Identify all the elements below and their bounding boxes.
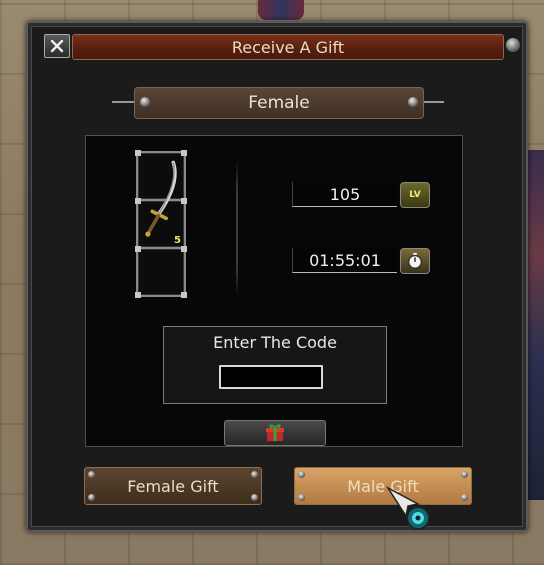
reward-panel: 5 105 LV 01:55:01 Enter The Code	[85, 135, 463, 447]
panel-divider	[236, 161, 238, 296]
male-gift-button[interactable]: Male Gift	[294, 467, 472, 505]
code-input[interactable]	[219, 365, 323, 389]
gender-selector[interactable]: Female	[134, 87, 424, 119]
timer-field: 01:55:01	[292, 248, 397, 273]
code-label: Enter The Code	[213, 333, 337, 352]
female-gift-label: Female Gift	[127, 476, 219, 496]
stopwatch-glyph	[408, 252, 422, 269]
female-gift-button[interactable]: Female Gift	[84, 467, 262, 505]
rivet-icon	[408, 97, 418, 107]
rivet-icon	[298, 494, 305, 501]
rivet-icon	[88, 471, 95, 478]
level-value: 105	[329, 184, 361, 204]
level-badge-icon: LV	[400, 182, 430, 208]
rivet-icon	[461, 494, 468, 501]
rivet-icon	[298, 471, 305, 478]
rivet-icon	[140, 97, 150, 107]
rivet-icon	[251, 471, 258, 478]
item-slot-bottom[interactable]	[135, 246, 187, 298]
close-button[interactable]	[44, 34, 70, 58]
sword-icon	[145, 160, 177, 237]
gender-label: Female	[248, 93, 310, 113]
timer-value: 01:55:01	[309, 250, 381, 270]
rivet-icon	[251, 494, 258, 501]
window-title: Receive A Gift	[231, 37, 345, 57]
character-top	[258, 0, 304, 20]
code-entry-box: Enter The Code	[163, 326, 387, 404]
title-bar: Receive A Gift	[72, 34, 504, 60]
receive-gift-window: Receive A Gift Female 5 105 LV 01:55:01 …	[26, 21, 528, 532]
close-icon	[50, 39, 64, 53]
mouse-cursor-icon	[386, 486, 430, 530]
item-slots: 5	[135, 150, 187, 299]
rivet-icon	[461, 471, 468, 478]
rivet-icon	[88, 494, 95, 501]
level-badge-text: LV	[409, 190, 421, 200]
title-knob-icon	[506, 38, 520, 52]
stopwatch-icon	[400, 248, 430, 274]
level-field: 105	[292, 182, 397, 207]
gift-button[interactable]	[224, 420, 326, 446]
gift-box-icon	[266, 424, 284, 441]
